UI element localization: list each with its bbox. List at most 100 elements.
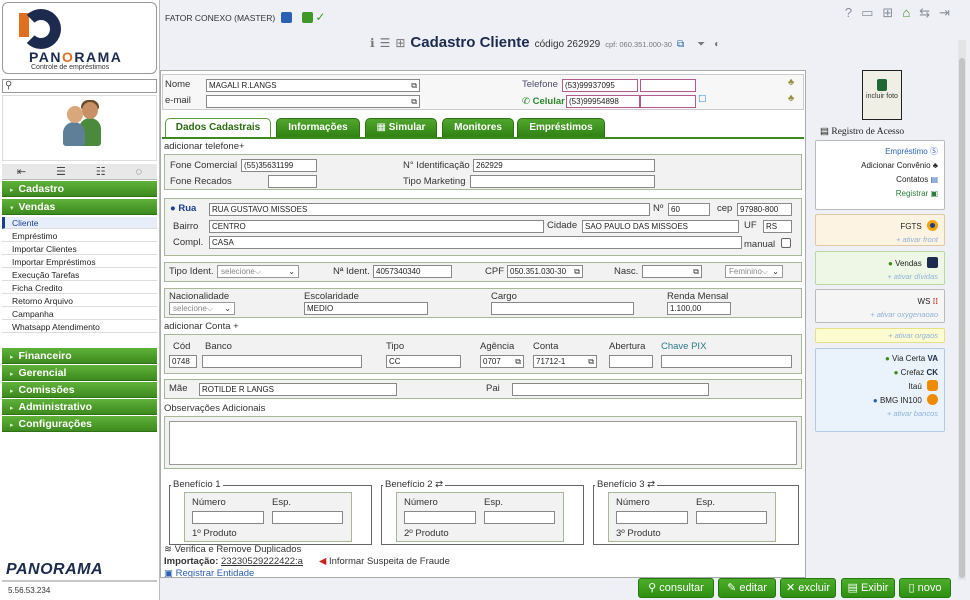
sidebar-item-campanha[interactable]: Campanha (2, 308, 157, 320)
manual-checkbox[interactable] (781, 238, 791, 248)
scrollbar-thumb[interactable] (959, 58, 965, 578)
n-ident-input[interactable]: 4057340340 (373, 265, 452, 278)
logout-icon[interactable]: ⇥ (939, 5, 950, 21)
tab-emprestimos[interactable]: Empréstimos (517, 118, 605, 137)
tipo-input[interactable]: CC (386, 355, 461, 368)
fone-comercial-input[interactable]: (55)35631199 (241, 159, 317, 172)
sidebar-item-whatsapp[interactable]: Whatsapp Atendimento (2, 321, 157, 333)
sidebar-item-importar-clientes[interactable]: Importar Clientes (2, 243, 157, 255)
menu-financeiro[interactable]: ▸ Financeiro (2, 348, 157, 364)
chat-icon[interactable]: ☐ (698, 94, 707, 105)
verifica-duplicados-link[interactable]: ≋ Verifica e Remove Duplicados (164, 544, 301, 555)
menu-cadastro[interactable]: ▸ Cadastro (2, 181, 157, 197)
emprestimo-link[interactable]: Empréstimo Ⓢ (816, 145, 938, 159)
excluir-button[interactable]: ✕ excluir (780, 578, 836, 598)
novo-button[interactable]: ▯ novo (899, 578, 951, 598)
ativar-front-link[interactable]: + ativar front (816, 234, 938, 245)
copy-icon[interactable]: ⧉ (411, 96, 417, 107)
ativar-dividas-link[interactable]: + ativar dívidas (816, 271, 938, 282)
add-contact-icon[interactable]: ♣ (788, 93, 794, 104)
email-input[interactable]: ⧉ (206, 95, 420, 108)
bank-bmg[interactable]: ● BMG IN100 (816, 394, 938, 408)
obs-textarea[interactable] (169, 421, 797, 465)
pai-input[interactable] (512, 383, 709, 396)
renda-input[interactable]: 1.100,00 (667, 302, 731, 315)
cep-input[interactable]: 97980-800 (737, 203, 792, 216)
beneficio-2-esp-input[interactable] (484, 511, 555, 524)
banco-input[interactable] (202, 355, 362, 368)
tipo-marketing-input[interactable] (470, 175, 655, 188)
mae-input[interactable]: ROTILDE R LANGS (199, 383, 397, 396)
escolaridade-input[interactable]: MEDIO (304, 302, 428, 315)
pix-input[interactable] (661, 355, 792, 368)
add-contact-icon[interactable]: ♣ (788, 77, 794, 88)
info-icon[interactable]: ℹ (370, 36, 375, 50)
sexo-select[interactable]: Feminino ⌄ (725, 265, 783, 278)
beneficio-2-numero-input[interactable] (404, 511, 476, 524)
nasc-input[interactable]: ⧉ (642, 265, 702, 278)
adicionar-convenio-link[interactable]: Adicionar Convênio ♣ (816, 159, 938, 173)
menu-configuracoes[interactable]: ▸ Configurações (2, 416, 157, 432)
menu-icon[interactable]: ☰ (56, 165, 66, 178)
bank-itau[interactable]: Itaú (816, 380, 938, 394)
photo-upload[interactable]: incluir foto (862, 70, 902, 120)
fraude-link[interactable]: ◀ Informar Suspeita de Fraude (319, 556, 450, 567)
compl-input[interactable]: CASA (209, 236, 742, 249)
filter-icon[interactable]: ⏷ (697, 39, 705, 50)
collapse-arrow-icon[interactable]: ⇤ (17, 165, 26, 178)
network-icon[interactable]: ⊞ (882, 5, 893, 21)
toggle-icon[interactable]: ◐ (714, 39, 720, 50)
swap-icon[interactable]: ⇆ (919, 5, 930, 21)
page-scrollbar[interactable] (958, 40, 966, 580)
document-icon[interactable] (280, 12, 292, 23)
beneficio-3-numero-input[interactable] (616, 511, 688, 524)
sidebar-item-ficha-credito[interactable]: Ficha Credito (2, 282, 157, 294)
agencia-input[interactable]: 0707 ⧉ (480, 355, 524, 368)
calendar-plus-icon[interactable]: ⊞ (395, 36, 405, 50)
beneficio-1-esp-input[interactable] (272, 511, 343, 524)
nacionalidade-select[interactable]: selecione ⌄ (169, 302, 235, 315)
sidebar-search-input[interactable]: ⚲ (2, 79, 157, 93)
copy-icon[interactable]: ⧉ (515, 356, 521, 367)
editar-button[interactable]: ✎ editar (718, 578, 776, 598)
menu-gerencial[interactable]: ▸ Gerencial (2, 365, 157, 381)
numero-input[interactable]: 60 (668, 203, 710, 216)
copy-icon[interactable]: ⧉ (411, 80, 417, 91)
sidebar-item-retorno-arquivo[interactable]: Retorno Arquivo (2, 295, 157, 307)
conta-input[interactable]: 71712-1 ⧉ (533, 355, 597, 368)
rua-input[interactable]: RUA GUSTAVO MISSOES (209, 203, 650, 216)
tab-informacoes[interactable]: Informações (276, 118, 360, 137)
tab-monitores[interactable]: Monitores (442, 118, 514, 137)
sidebar-item-emprestimo[interactable]: Empréstimo (2, 230, 157, 242)
importacao-link[interactable]: 23230529222422:a (221, 556, 303, 567)
n-identificacao-input[interactable]: 262929 (473, 159, 655, 172)
beneficio-3-title[interactable]: Benefício 3 ⇄ (595, 479, 658, 490)
tab-simular[interactable]: ▦ Simular (365, 118, 437, 137)
menu-comissoes[interactable]: ▸ Comissões (2, 382, 157, 398)
bairro-input[interactable]: CENTRO (209, 220, 544, 233)
copy-icon[interactable]: ⧉ (588, 356, 594, 367)
uf-input[interactable]: RS (763, 220, 792, 233)
tipo-ident-select[interactable]: selecione ⌄ (217, 265, 299, 278)
beneficio-1-numero-input[interactable] (192, 511, 264, 524)
fone-recados-input[interactable] (268, 175, 317, 188)
menu-vendas[interactable]: ▾ Vendas (2, 199, 157, 215)
exibir-button[interactable]: ▤ Exibir (841, 578, 895, 598)
chat-icon[interactable]: ◌ (135, 166, 142, 178)
ativar-oxygenaoao-link[interactable]: + ativar oxygenaoao (816, 309, 938, 320)
calendar-icon[interactable]: ⧉ (693, 266, 699, 277)
copy-icon[interactable]: ⧉ (677, 39, 684, 50)
beneficio-3-esp-input[interactable] (696, 511, 767, 524)
sidebar-item-importar-emprestimos[interactable]: Importar Empréstimos (2, 256, 157, 268)
contatos-link[interactable]: Contatos ▤ (816, 173, 938, 187)
registrar-link[interactable]: Registrar ▣ (816, 187, 938, 201)
calendar-icon[interactable] (301, 12, 313, 23)
nome-input[interactable]: MAGALI R.LANGS ⧉ (206, 79, 420, 92)
ativar-orgaos-link[interactable]: + ativar orgaos (816, 329, 938, 343)
whatsapp-icon[interactable]: ✆ (522, 96, 530, 107)
celular-extra-input[interactable] (640, 95, 696, 108)
home-icon[interactable]: ⌂ (902, 5, 910, 21)
abertura-input[interactable] (609, 355, 653, 368)
check-icon[interactable]: ✓ (315, 10, 325, 24)
registro-acesso-link[interactable]: ▤ Registro de Acesso (820, 126, 904, 137)
